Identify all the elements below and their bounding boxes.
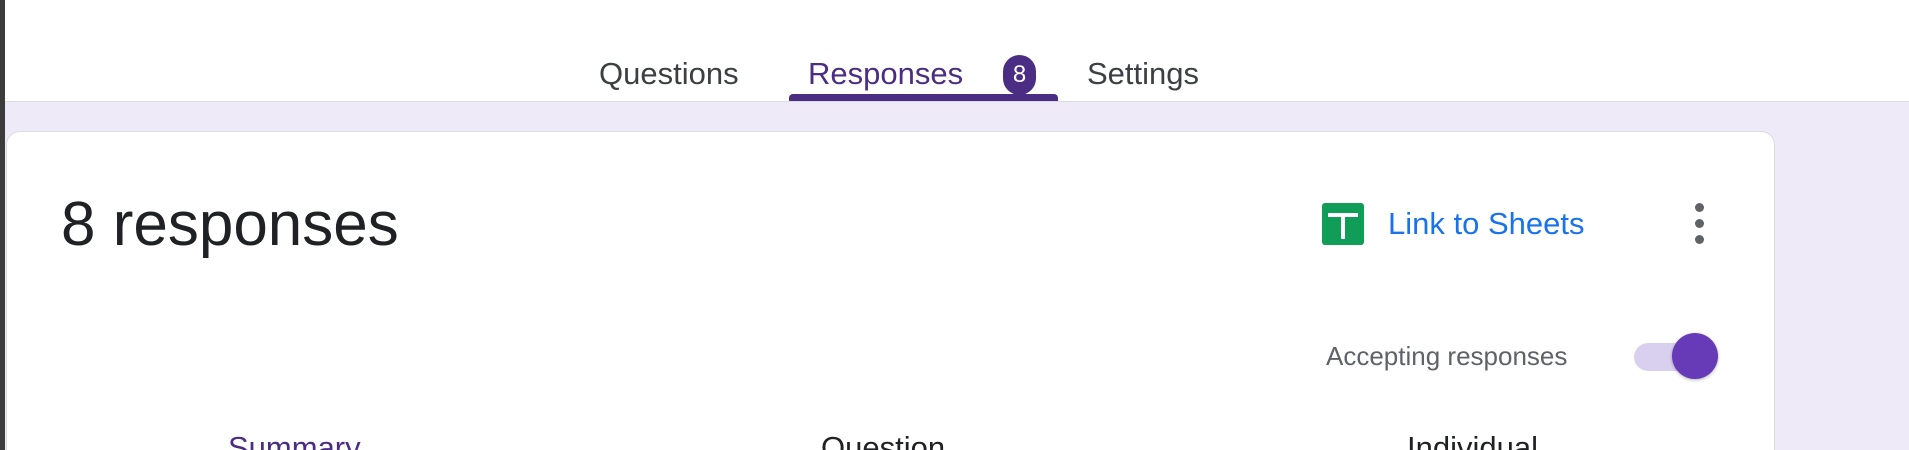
subtab-individual[interactable]: Individual (1407, 430, 1538, 450)
accepting-responses-label: Accepting responses (1326, 341, 1568, 371)
menu-dot (1695, 219, 1704, 228)
accepting-responses-toggle[interactable] (1634, 333, 1720, 381)
responses-count-title: 8 responses (61, 190, 399, 259)
active-tab-indicator (789, 94, 1058, 101)
tab-questions[interactable]: Questions (599, 56, 739, 100)
forms-responses-view: Questions Responses 8 Settings 8 respons… (0, 0, 1909, 450)
menu-dot (1695, 235, 1704, 244)
link-to-sheets-label: Link to Sheets (1388, 206, 1585, 241)
responses-count-badge: 8 (1003, 55, 1036, 95)
tab-settings[interactable]: Settings (1087, 56, 1199, 100)
google-sheets-icon (1322, 203, 1364, 245)
subtab-question[interactable]: Question (821, 430, 945, 450)
menu-dot (1695, 203, 1704, 212)
responses-summary-card (6, 131, 1775, 450)
subtab-summary[interactable]: Summary (228, 430, 361, 450)
more-vert-icon[interactable] (1688, 201, 1712, 247)
toggle-thumb (1672, 333, 1718, 379)
link-to-sheets-button[interactable]: Link to Sheets (1322, 203, 1584, 245)
